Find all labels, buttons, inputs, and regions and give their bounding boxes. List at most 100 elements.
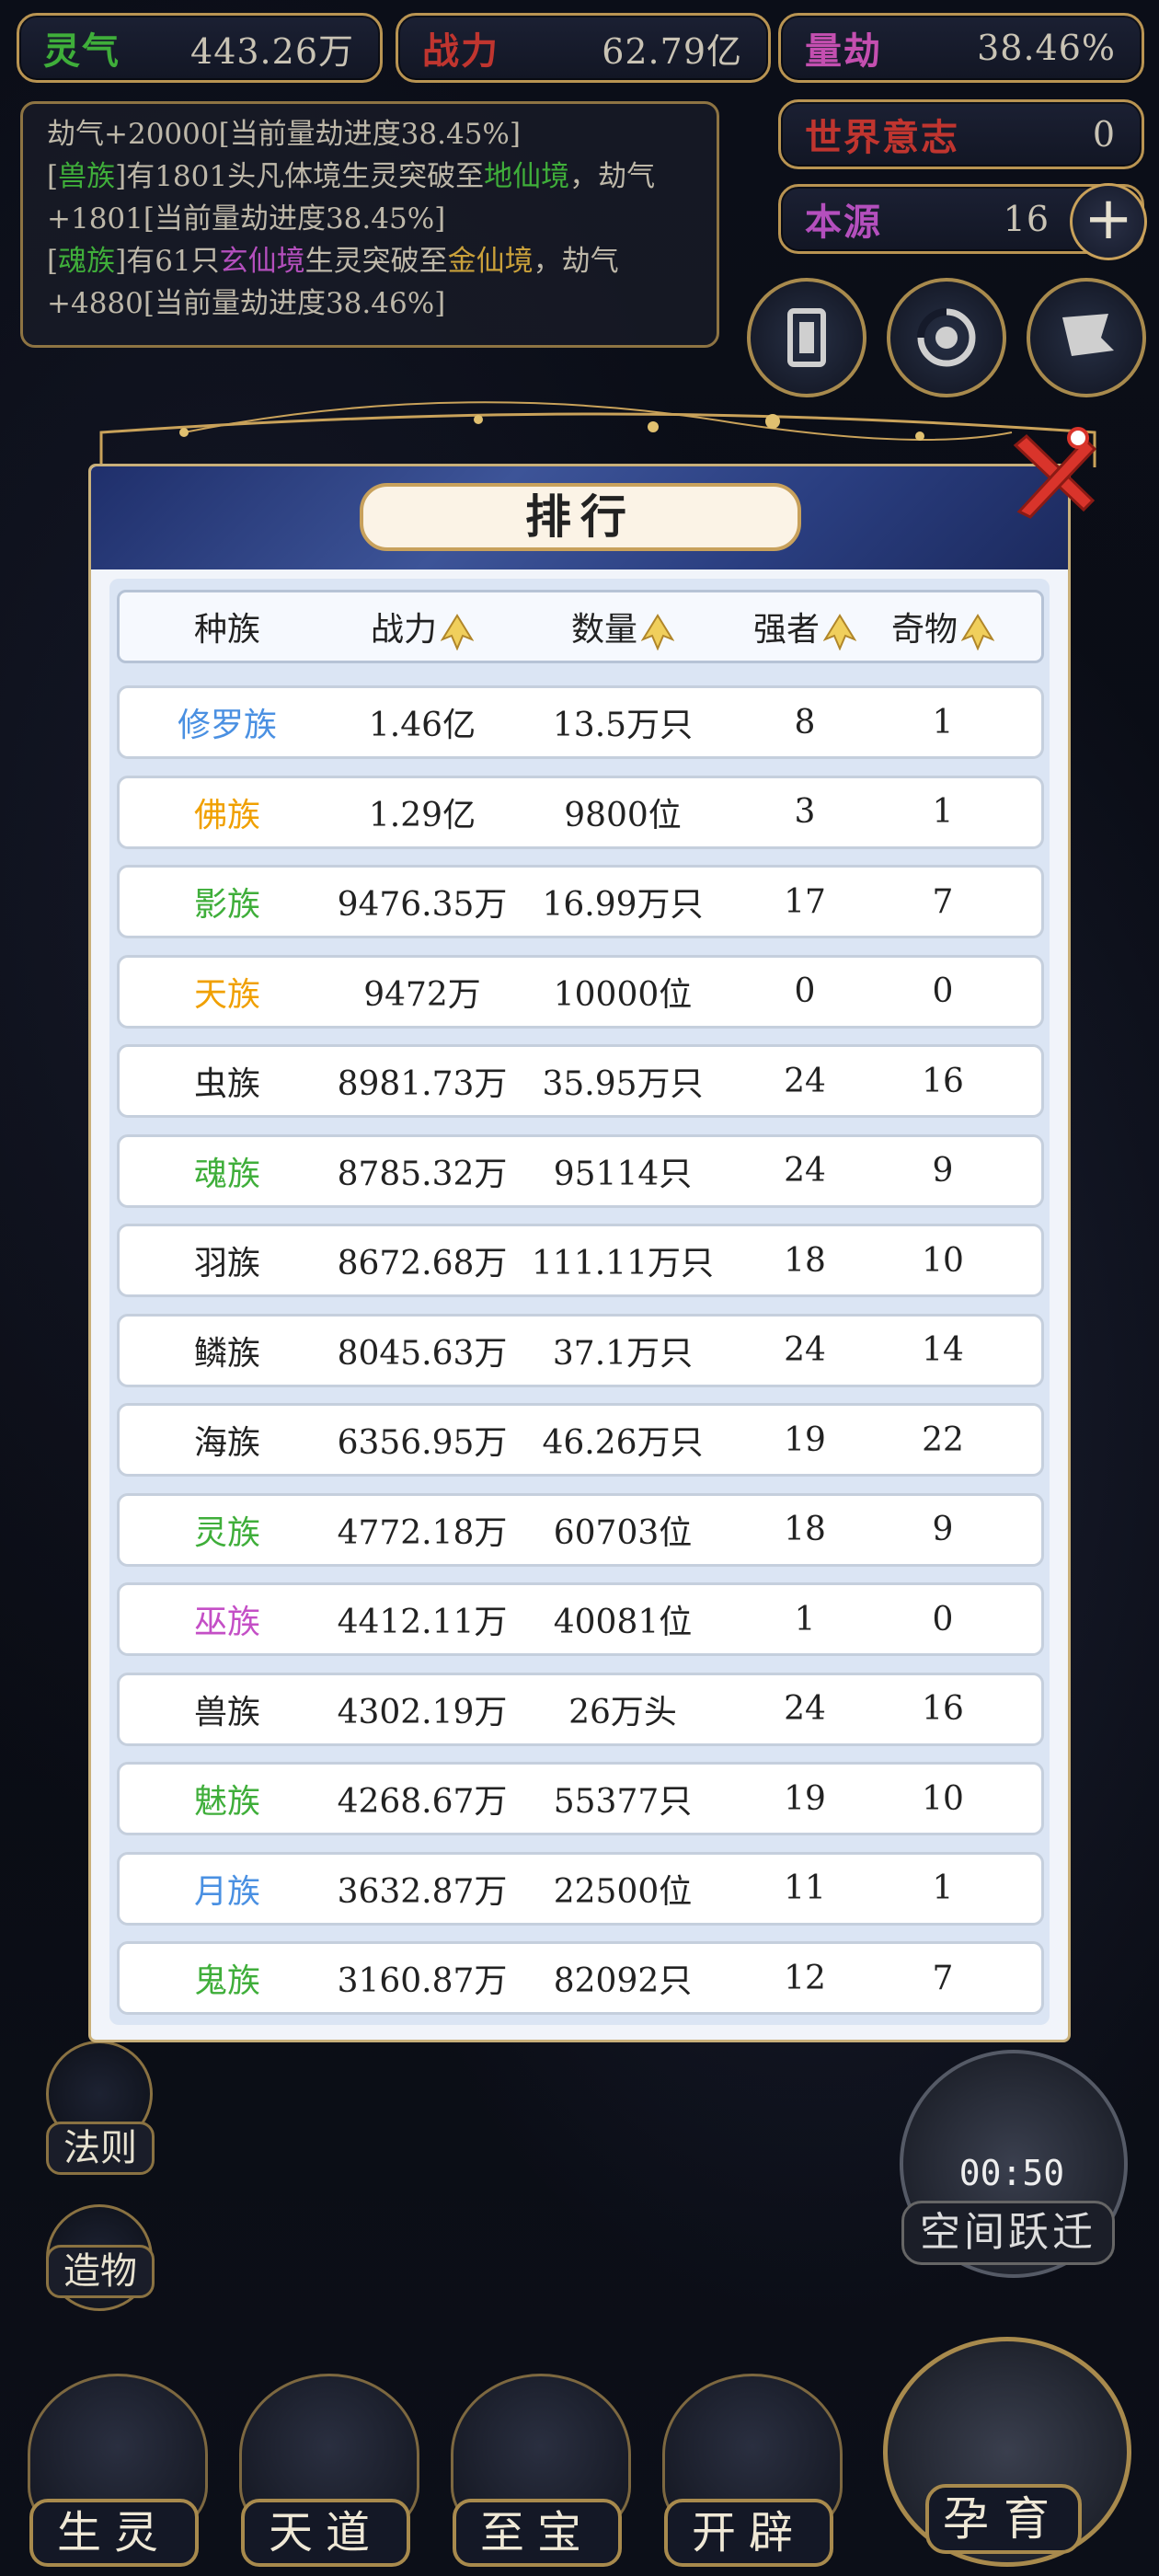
nav-kaipi-label: 开辟 [664, 2499, 833, 2567]
race-cell: 羽族 [193, 1245, 260, 1282]
strong-cell: 0 [794, 972, 816, 1010]
lingqi-stat: 灵气 443.26万 [17, 13, 383, 83]
lingqi-value: 443.26万 [190, 30, 354, 72]
treasure-cell: 10 [922, 1779, 964, 1818]
race-cell: 兽族 [193, 1693, 260, 1731]
table-row[interactable]: 魅族 4268.67万 55377只 19 10 [117, 1762, 1044, 1835]
log-line-1: 劫气+20000[当前量劫进度38.45%] [47, 118, 521, 151]
count-cell: 26万头 [568, 1693, 677, 1731]
table-row[interactable]: 影族 9476.35万 16.99万只 17 7 [117, 865, 1044, 938]
table-row[interactable]: 鳞族 8045.63万 37.1万只 24 14 [117, 1313, 1044, 1387]
race-cell: 修罗族 [177, 707, 277, 744]
race-cell: 鬼族 [193, 1962, 260, 2000]
sort-by-strong[interactable]: 强者 [736, 603, 874, 650]
shijie-stat: 世界意志 0 [778, 99, 1144, 169]
flag-icon [1062, 314, 1114, 356]
strong-cell: 19 [784, 1779, 826, 1818]
liangjie-value: 38.46% [977, 28, 1116, 68]
table-row[interactable]: 佛族 1.29亿 9800位 3 1 [117, 775, 1044, 849]
treasure-cell: 1 [932, 703, 954, 742]
race-cell: 佛族 [193, 796, 260, 834]
zaowu-label: 造物 [46, 2245, 155, 2298]
treasure-cell: 0 [932, 1600, 954, 1639]
treasure-cell: 22 [922, 1420, 964, 1459]
power-cell: 4772.18万 [337, 1513, 508, 1552]
race-cell: 鳞族 [193, 1334, 260, 1373]
nav-tiandao-label: 天道 [241, 2499, 410, 2567]
sort-arrow-icon [641, 614, 674, 650]
count-cell: 13.5万只 [552, 707, 694, 744]
table-row[interactable]: 灵族 4772.18万 60703位 18 9 [117, 1492, 1044, 1567]
ranking-modal: 排行 种族 战力 数量 强者 奇物 修罗族 1.46亿 13.5万只 8 1 佛族 1.29… [88, 464, 1071, 2042]
table-row[interactable]: 修罗族 1.46亿 13.5万只 8 1 [117, 685, 1044, 759]
sort-arrow-icon [823, 614, 856, 650]
zhanli-stat: 战力 62.79亿 [396, 13, 771, 83]
treasure-cell: 16 [922, 1690, 964, 1728]
table-row[interactable]: 鬼族 3160.87万 82092只 12 7 [117, 1941, 1044, 2015]
benyuan-value: 16 [1003, 199, 1050, 239]
zhanli-value: 62.79亿 [602, 30, 742, 72]
nav-zhibao-label: 至宝 [453, 2499, 622, 2567]
lingqi-label: 灵气 [43, 29, 120, 73]
strong-cell: 24 [784, 1062, 826, 1100]
strong-cell: 18 [784, 1511, 826, 1548]
header-race: 种族 [193, 611, 260, 649]
table-row[interactable]: 羽族 8672.68万 111.11万只 18 10 [117, 1224, 1044, 1297]
table-row[interactable]: 兽族 4302.19万 26万头 24 16 [117, 1672, 1044, 1746]
strong-cell: 24 [784, 1690, 826, 1728]
nav-zhibao[interactable]: 至宝 [442, 2364, 635, 2576]
banner-button[interactable] [1027, 278, 1146, 397]
sort-by-count[interactable]: 数量 [510, 603, 736, 650]
race-cell: 虫族 [193, 1065, 260, 1103]
table-row[interactable]: 海族 6356.95万 46.26万只 19 22 [117, 1403, 1044, 1477]
count-cell: 111.11万只 [532, 1245, 714, 1282]
portal-icon [917, 308, 976, 367]
count-cell: 82092只 [553, 1962, 693, 2000]
sort-arrow-icon [441, 614, 474, 650]
strong-cell: 11 [784, 1869, 826, 1907]
benyuan-stat: 本源 16 + [778, 183, 1147, 260]
power-cell: 8785.32万 [337, 1155, 508, 1193]
sort-by-power[interactable]: 战力 [335, 603, 510, 650]
power-cell: 4412.11万 [337, 1604, 508, 1641]
power-cell: 1.46亿 [368, 707, 476, 744]
table-row[interactable]: 魂族 8785.32万 95114只 24 9 [117, 1133, 1044, 1208]
power-cell: 8045.63万 [337, 1334, 508, 1373]
close-icon[interactable] [1003, 425, 1104, 526]
shijie-value: 0 [1092, 114, 1116, 155]
portal-button[interactable] [887, 278, 1006, 397]
count-cell: 46.26万只 [542, 1424, 704, 1462]
count-cell: 35.95万只 [542, 1065, 704, 1103]
strong-cell: 19 [784, 1420, 826, 1459]
race-cell: 影族 [193, 886, 260, 924]
modal-title: 排行 [360, 483, 801, 551]
count-cell: 10000位 [553, 975, 693, 1014]
power-cell: 4268.67万 [337, 1783, 508, 1821]
power-cell: 9476.35万 [337, 886, 508, 924]
power-cell: 1.29亿 [368, 796, 476, 834]
table-row[interactable]: 虫族 8981.73万 35.95万只 24 16 [117, 1044, 1044, 1118]
treasure-cell: 9 [932, 1152, 954, 1190]
strong-cell: 17 [784, 882, 826, 921]
strong-cell: 12 [784, 1959, 826, 1997]
liangjie-stat: 量劫 38.46% [778, 13, 1144, 83]
card-button[interactable] [747, 278, 866, 397]
modal-ornament [99, 401, 1096, 467]
count-cell: 9800位 [564, 796, 682, 834]
nav-kaipi[interactable]: 开辟 [653, 2364, 846, 2576]
nav-tiandao[interactable]: 天道 [230, 2364, 423, 2576]
count-cell: 37.1万只 [552, 1334, 694, 1373]
race-cell: 月族 [193, 1872, 260, 1911]
event-log: 劫气+20000[当前量劫进度38.45%] [兽族]有1801头凡体境生灵突破… [20, 101, 719, 348]
nav-yunyu[interactable]: 孕育 [874, 2337, 1141, 2567]
treasure-cell: 9 [932, 1511, 954, 1548]
nav-shengling[interactable]: 生灵 [18, 2364, 212, 2576]
table-row[interactable]: 月族 3632.87万 22500位 11 1 [117, 1851, 1044, 1926]
add-benyuan-button[interactable]: + [1070, 183, 1147, 260]
power-cell: 6356.95万 [337, 1424, 508, 1462]
table-row[interactable]: 天族 9472万 10000位 0 0 [117, 954, 1044, 1029]
liangjie-label: 量劫 [805, 29, 882, 73]
treasure-cell: 14 [922, 1331, 964, 1369]
sort-by-treasure[interactable]: 奇物 [874, 603, 1012, 650]
table-row[interactable]: 巫族 4412.11万 40081位 1 0 [117, 1582, 1044, 1656]
